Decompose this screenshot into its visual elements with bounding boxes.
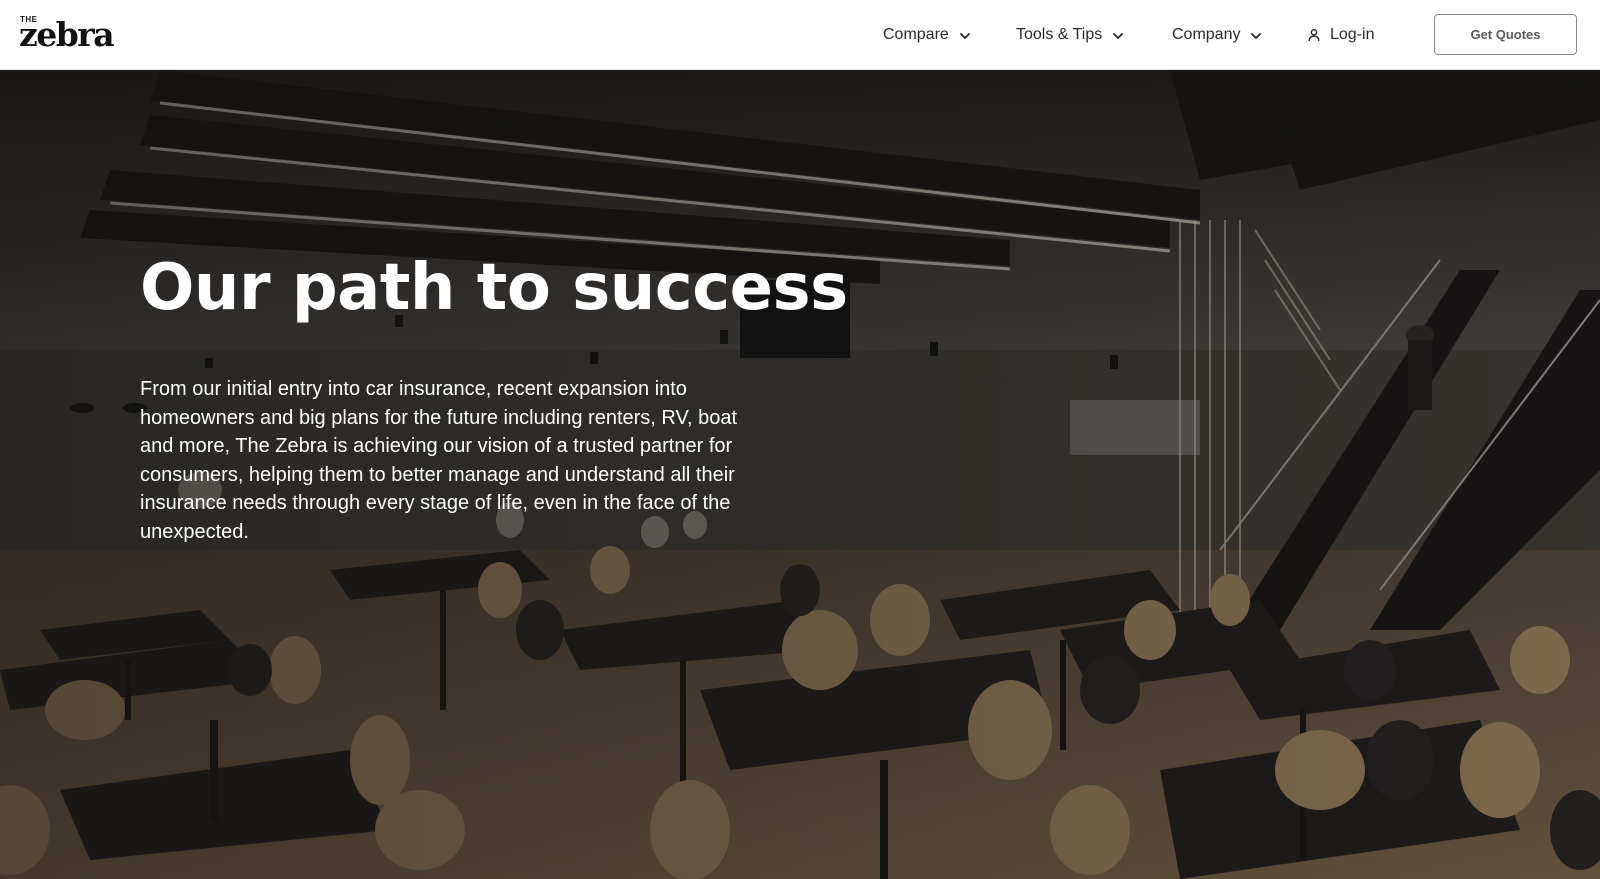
site-header: THE zebra Compare Tools & Tips Company L…	[0, 0, 1600, 70]
user-icon	[1308, 28, 1320, 41]
logo-wordmark: zebra	[19, 15, 115, 54]
chevron-down-icon	[1113, 32, 1124, 39]
nav-compare-label: Compare	[883, 25, 949, 43]
get-quotes-button[interactable]: Get Quotes	[1434, 14, 1577, 55]
chevron-down-icon	[1251, 32, 1262, 39]
nav-company-label: Company	[1172, 25, 1241, 43]
nav-tools-tips[interactable]: Tools & Tips	[1016, 0, 1124, 69]
nav-compare[interactable]: Compare	[883, 0, 971, 69]
nav-login[interactable]: Log-in	[1307, 0, 1374, 69]
nav-tools-label: Tools & Tips	[1016, 25, 1103, 43]
hero-section: Our path to success From our initial ent…	[0, 70, 1600, 879]
nav-login-label: Log-in	[1330, 25, 1375, 43]
zebra-logo[interactable]: THE zebra	[19, 16, 129, 56]
nav-company[interactable]: Company	[1172, 0, 1262, 69]
hero-description: From our initial entry into car insuranc…	[140, 378, 738, 543]
chevron-down-icon	[959, 32, 970, 39]
hero-title: Our path to success	[140, 251, 848, 325]
